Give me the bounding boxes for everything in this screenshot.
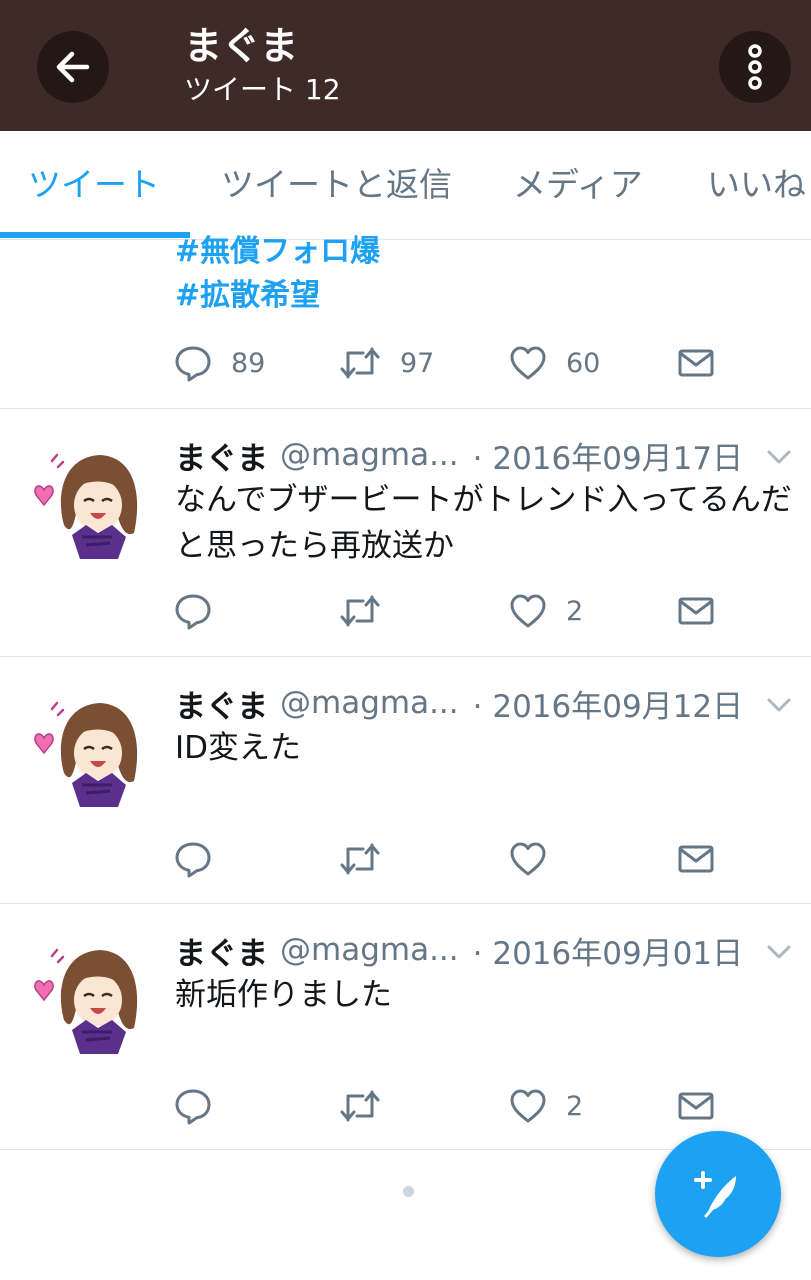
arrow-left-icon xyxy=(56,51,90,83)
tweet-actions: 89 97 60 xyxy=(0,341,811,385)
page-title: まぐま xyxy=(184,24,299,68)
retweet-button[interactable] xyxy=(338,589,382,633)
like-count: 2 xyxy=(566,1090,584,1122)
author-name[interactable]: まぐま xyxy=(175,928,268,973)
envelope-icon xyxy=(676,839,716,879)
tweet-actions: 2 xyxy=(0,589,811,633)
tweet-text: 新垢作りました xyxy=(175,977,392,1013)
chevron-down-icon[interactable] xyxy=(764,937,794,967)
reply-icon xyxy=(173,343,213,383)
tweet-item[interactable]: まぐま @magma... · 2016年09月12日 ID変えた xyxy=(0,657,811,904)
app-header: まぐま ツイート 12 xyxy=(0,0,811,131)
tweet-header: まぐま @magma... · 2016年09月12日 xyxy=(175,681,744,726)
compose-tweet-icon xyxy=(694,1171,736,1218)
more-vertical-icon xyxy=(748,44,762,90)
compose-tweet-button[interactable] xyxy=(655,1131,781,1257)
retweet-button[interactable] xyxy=(338,1084,382,1128)
profile-tabs: ツイート ツイートと返信 メディア いいね xyxy=(0,131,811,240)
tab-tweets[interactable]: ツイート xyxy=(28,165,160,205)
retweet-icon xyxy=(338,1086,382,1126)
reply-icon xyxy=(173,839,213,879)
chevron-down-icon[interactable] xyxy=(764,690,794,720)
like-button[interactable]: 2 xyxy=(508,589,583,633)
direct-message-button[interactable] xyxy=(676,1084,716,1128)
envelope-icon xyxy=(676,1086,716,1126)
tab-tweets-and-replies[interactable]: ツイートと返信 xyxy=(221,165,452,205)
retweet-button[interactable] xyxy=(338,837,382,881)
tweet-actions xyxy=(0,837,811,881)
avatar[interactable] xyxy=(26,932,148,1054)
hashtag-link[interactable]: #無償フォロ爆 xyxy=(175,232,380,272)
author-handle: @magma... xyxy=(280,685,459,721)
tweet-count: ツイート 12 xyxy=(184,73,341,106)
like-count: 2 xyxy=(566,595,584,627)
author-handle: @magma... xyxy=(280,932,459,968)
heart-icon xyxy=(508,1086,548,1126)
chevron-down-icon[interactable] xyxy=(764,442,794,472)
author-name[interactable]: まぐま xyxy=(175,681,268,726)
tweet-item[interactable]: #無償フォロ爆 #拡散希望 89 97 60 xyxy=(0,234,811,409)
tweet-text: なんでブザービートがトレンド入ってるんだと思ったら再放送か xyxy=(175,482,792,564)
heart-icon xyxy=(508,591,548,631)
retweet-icon xyxy=(338,591,382,631)
envelope-icon xyxy=(676,591,716,631)
tweet-text: ID変えた xyxy=(175,730,302,766)
author-handle: @magma... xyxy=(280,437,459,473)
like-count: 60 xyxy=(566,347,601,379)
back-button[interactable] xyxy=(37,31,109,103)
retweet-count: 97 xyxy=(400,347,435,379)
reply-icon xyxy=(173,1086,213,1126)
direct-message-button[interactable] xyxy=(676,589,716,633)
heart-icon xyxy=(508,839,548,879)
heart-icon xyxy=(508,343,548,383)
reply-button[interactable] xyxy=(173,837,213,881)
tweet-header: まぐま @magma... · 2016年09月01日 xyxy=(175,928,744,973)
reply-button[interactable]: 89 xyxy=(173,341,265,385)
tweet-date: · 2016年09月01日 xyxy=(472,935,744,972)
tweet-item[interactable]: まぐま @magma... · 2016年09月01日 新垢作りました 2 xyxy=(0,904,811,1150)
tweet-date: · 2016年09月17日 xyxy=(472,440,744,477)
retweet-icon xyxy=(338,839,382,879)
tweet-actions: 2 xyxy=(0,1084,811,1128)
tab-media[interactable]: メディア xyxy=(513,165,643,205)
direct-message-button[interactable] xyxy=(676,837,716,881)
retweet-button[interactable]: 97 xyxy=(338,341,434,385)
avatar[interactable] xyxy=(26,437,148,559)
tweet-header: まぐま @magma... · 2016年09月17日 xyxy=(175,433,744,478)
author-name[interactable]: まぐま xyxy=(175,433,268,478)
active-tab-indicator xyxy=(0,232,190,238)
more-options-button[interactable] xyxy=(719,31,791,103)
retweet-icon xyxy=(338,343,382,383)
reply-button[interactable] xyxy=(173,589,213,633)
reply-count: 89 xyxy=(231,347,266,379)
avatar[interactable] xyxy=(26,685,148,807)
loading-indicator xyxy=(403,1186,414,1197)
envelope-icon xyxy=(676,343,716,383)
reply-icon xyxy=(173,591,213,631)
tweet-date: · 2016年09月12日 xyxy=(472,688,744,725)
tab-likes[interactable]: いいね xyxy=(707,165,806,205)
like-button[interactable]: 2 xyxy=(508,1084,583,1128)
tweet-item[interactable]: まぐま @magma... · 2016年09月17日 なんでブザービートがトレ… xyxy=(0,409,811,657)
reply-button[interactable] xyxy=(173,1084,213,1128)
direct-message-button[interactable] xyxy=(676,341,716,385)
hashtag-link[interactable]: #拡散希望 xyxy=(175,276,320,316)
like-button[interactable] xyxy=(508,837,566,881)
like-button[interactable]: 60 xyxy=(508,341,600,385)
